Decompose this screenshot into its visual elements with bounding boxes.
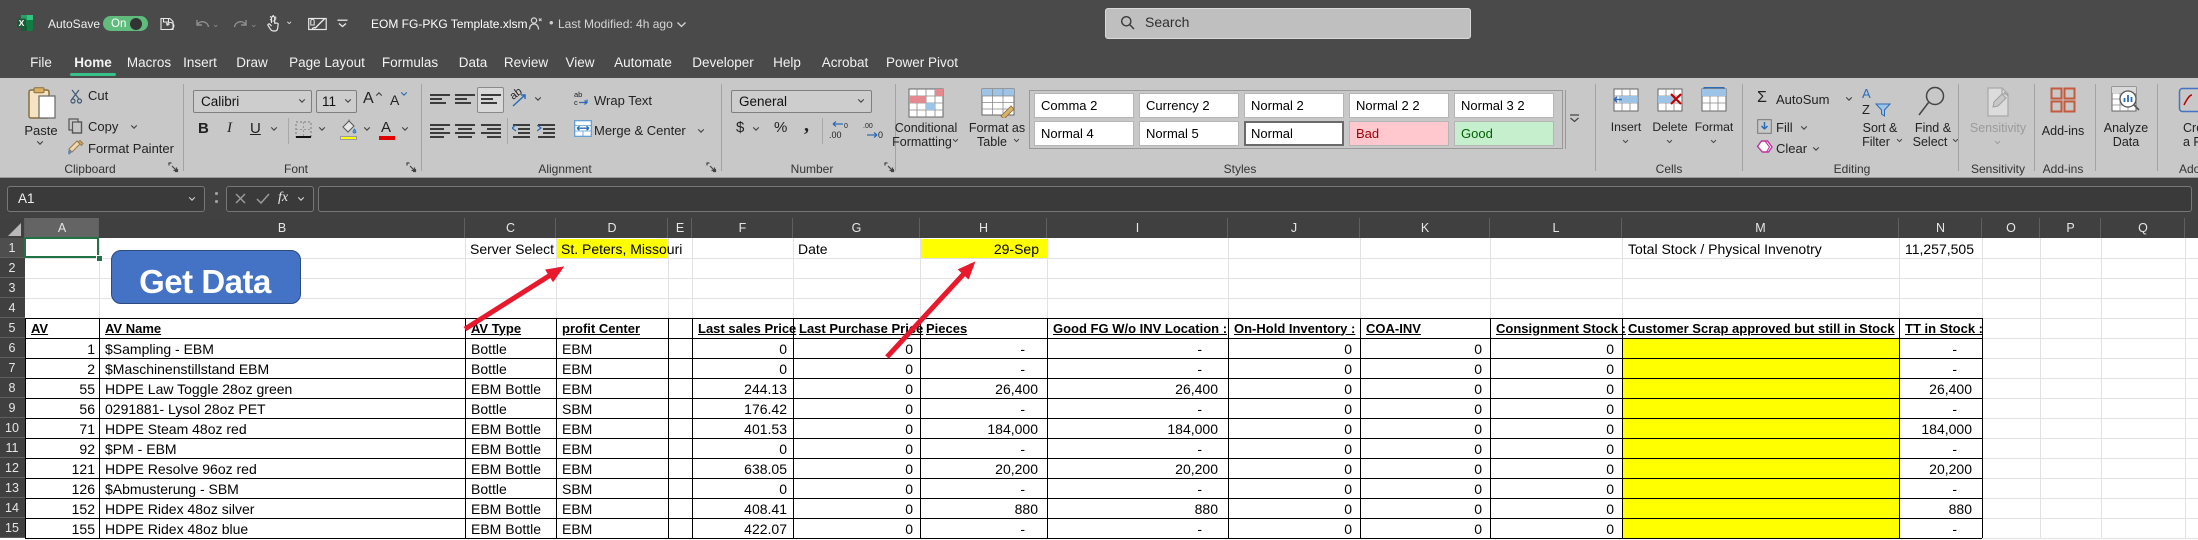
svg-text:A: A bbox=[1862, 86, 1871, 101]
svg-text:c: c bbox=[574, 98, 578, 107]
svg-text:.00: .00 bbox=[863, 123, 873, 130]
svg-text:X: X bbox=[19, 18, 25, 28]
svg-text:Z: Z bbox=[1862, 102, 1870, 117]
svg-text:.00: .00 bbox=[829, 130, 842, 140]
svg-text:0: 0 bbox=[878, 130, 883, 140]
svg-text:0: 0 bbox=[844, 123, 848, 130]
